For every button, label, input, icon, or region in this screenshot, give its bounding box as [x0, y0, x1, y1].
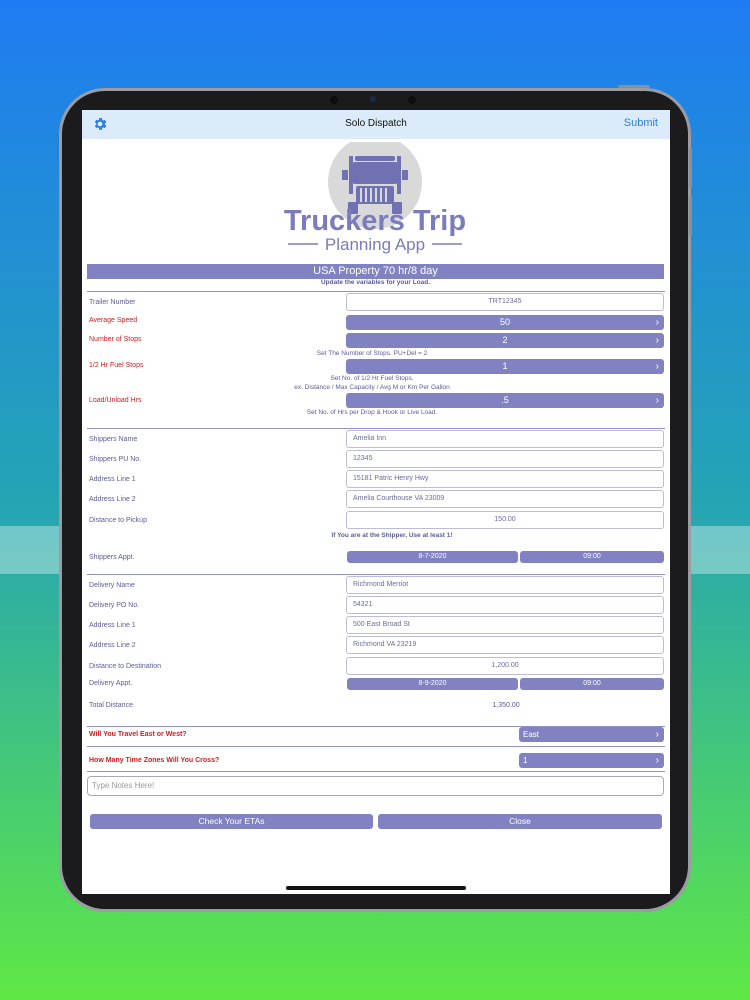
delivery-appt-date[interactable]: 8-9-2020 [347, 678, 518, 690]
shippers-name-field[interactable]: Amelia Inn [346, 430, 664, 448]
distance-to-destination-field[interactable]: 1,200.00 [346, 657, 664, 675]
time-zones-label: How Many Time Zones Will You Cross? [89, 757, 220, 764]
logo-text-line1: Truckers Trip [284, 205, 466, 237]
distance-to-pickup-label: Distance to Pickup [89, 517, 147, 524]
power-button [618, 85, 650, 88]
submit-button[interactable]: Submit [624, 117, 658, 129]
load-unload-value: .5 [501, 395, 509, 405]
total-distance-value: 1,350.00 [492, 702, 520, 709]
chevron-right-icon: › [655, 361, 659, 372]
shipper-address1-field[interactable]: 15181 Patric Henry Hwy [346, 470, 664, 488]
fuel-hint-line2: ex. Distance / Max Capacity / Avg M or K… [294, 384, 450, 391]
shippers-appt-date[interactable]: 8-7-2020 [347, 551, 518, 563]
volume-button [689, 148, 692, 188]
delivery-appt-time[interactable]: 09:00 [520, 678, 664, 690]
trailer-number-label: Trailer Number [89, 299, 136, 306]
app-logo: Truckers Trip Planning App [284, 142, 466, 254]
number-of-stops-label: Number of Stops [89, 336, 142, 343]
delivery-po-field[interactable]: 54321 [346, 596, 664, 614]
direction-picker[interactable]: East › [519, 727, 664, 742]
direction-label: Will You Travel East or West? [89, 731, 187, 738]
fuel-stops-label: 1/2 Hr Fuel Stops [89, 362, 144, 369]
app-screen: Solo Dispatch Submit Truckers Trip Plann… [82, 110, 670, 894]
check-etas-button[interactable]: Check Your ETAs [90, 814, 373, 829]
delivery-address2-field[interactable]: Richmond VA 23219 [346, 636, 664, 654]
shippers-pu-field[interactable]: 12345 [346, 450, 664, 468]
chevron-right-icon: › [655, 729, 659, 740]
average-speed-value: 50 [499, 317, 510, 327]
divider [87, 574, 665, 575]
page-title: Solo Dispatch [345, 118, 407, 129]
shippers-appt-label: Shippers Appt. [89, 554, 135, 561]
divider [87, 291, 665, 292]
delivery-address1-label: Address Line 1 [89, 622, 136, 629]
average-speed-picker[interactable]: 50 › [346, 315, 664, 330]
logo-text-line2: Planning App [325, 235, 425, 254]
load-unload-picker[interactable]: .5 › [346, 393, 664, 408]
divider [87, 428, 665, 429]
delivery-appt-label: Delivery Appt. [89, 680, 133, 687]
chevron-right-icon: › [655, 335, 659, 346]
shipper-address2-label: Address Line 2 [89, 496, 136, 503]
fuel-stops-value: 1 [502, 361, 508, 371]
volume-button [689, 196, 692, 236]
divider [87, 746, 665, 747]
update-hint: Update the variables for your Load. [320, 279, 431, 286]
chevron-right-icon: › [655, 317, 659, 328]
notes-input[interactable]: Type Notes Here! [87, 776, 664, 796]
total-distance-label: Total Distance [89, 702, 133, 709]
time-zones-picker[interactable]: 1 › [519, 753, 664, 768]
divider [87, 771, 665, 772]
shippers-name-label: Shippers Name [89, 436, 138, 443]
nav-bar: Solo Dispatch Submit [82, 110, 670, 139]
close-button[interactable]: Close [378, 814, 662, 829]
shipper-address2-field[interactable]: Amelia Courthouse VA 23009 [346, 490, 664, 508]
delivery-name-label: Delivery Name [89, 582, 135, 589]
camera [330, 96, 420, 104]
delivery-address1-field[interactable]: 500 East Broad St [346, 616, 664, 634]
shippers-appt-time[interactable]: 09:00 [520, 551, 664, 563]
distance-to-destination-label: Distance to Destination [89, 663, 161, 670]
number-of-stops-picker[interactable]: 2 › [346, 333, 664, 348]
time-zones-value: 1 [523, 756, 528, 765]
fuel-stops-picker[interactable]: 1 › [346, 359, 664, 374]
chevron-right-icon: › [655, 755, 659, 766]
direction-value: East [523, 730, 540, 739]
home-indicator[interactable] [286, 886, 466, 890]
load-unload-label: Load/Unload Hrs [89, 397, 142, 404]
chevron-right-icon: › [655, 395, 659, 406]
shippers-pu-label: Shippers PU No. [89, 456, 142, 463]
distance-to-pickup-field[interactable]: 150.00 [346, 511, 664, 529]
pickup-distance-hint: If You are at the Shipper, Use at least … [331, 532, 453, 539]
fuel-hint-line1: Set No. of 1/2 Hr Fuel Stops. [330, 375, 414, 382]
delivery-po-label: Delivery PO No. [89, 602, 140, 609]
trailer-number-field[interactable]: TRT12345 [346, 293, 664, 311]
delivery-address2-label: Address Line 2 [89, 642, 136, 649]
shipper-address1-label: Address Line 1 [89, 476, 136, 483]
number-of-stops-value: 2 [502, 335, 508, 345]
delivery-name-field[interactable]: Richmond Merriot [346, 576, 664, 594]
load-unload-hint: Set No. of Hrs per Drop & Hook or Live L… [306, 409, 438, 416]
stops-hint: Set The Number of Stops. PU+Del = 2 [316, 350, 428, 357]
average-speed-label: Average Speed [89, 317, 138, 324]
hos-banner: USA Property 70 hr/8 day [87, 264, 664, 279]
